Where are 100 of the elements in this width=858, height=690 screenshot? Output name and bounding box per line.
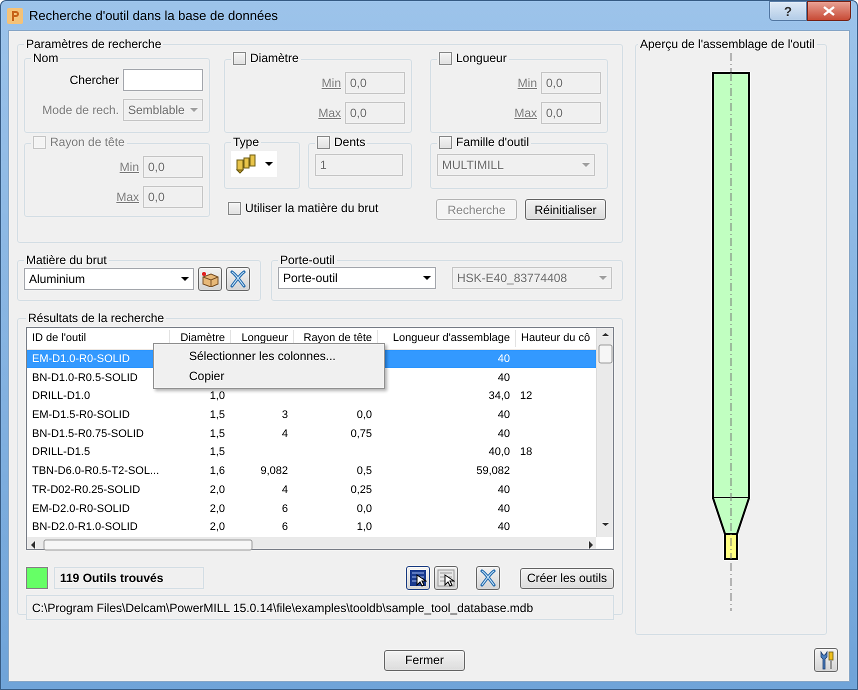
- field-label: Min: [518, 74, 537, 92]
- number-field[interactable]: 0,0: [541, 72, 601, 94]
- table-cell-text: DRILL-D1.5: [31, 445, 92, 460]
- table-cell-text: 1,0: [356, 520, 373, 536]
- table-cell-text: 0,0: [356, 408, 373, 424]
- holder-dropdown[interactable]: Porte-outil: [278, 267, 436, 289]
- table-cell-text: 9,082: [259, 464, 289, 480]
- table-cell-text: BN-D2.0-R1.0-SOLID: [31, 520, 139, 536]
- deselect-button[interactable]: [434, 566, 458, 590]
- dropdown-caret-icon[interactable]: [181, 277, 189, 281]
- checkbox[interactable]: [439, 136, 452, 148]
- table-cell-text: 59,082: [475, 464, 511, 480]
- checkbox-label: Rayon de tête: [50, 135, 125, 149]
- field-label: Min: [322, 74, 341, 92]
- table-cell-text: 12: [519, 389, 534, 404]
- field-label: Max: [318, 104, 341, 122]
- field-label: Chercher: [70, 72, 119, 89]
- checkbox-label: Famille d'outil: [456, 135, 529, 149]
- group-title: Porte-outil: [280, 253, 335, 267]
- number-field[interactable]: 0,0: [345, 102, 405, 124]
- number-field[interactable]: 0,0: [345, 72, 405, 94]
- tool-settings-button[interactable]: [814, 648, 838, 672]
- status-swatch: [26, 567, 48, 589]
- group-title: Nom: [33, 51, 58, 65]
- table-cell-text: 40: [496, 520, 511, 536]
- checkbox-label: Utiliser la matière du brut: [245, 200, 378, 217]
- field-label: Mode de rech.: [42, 102, 119, 119]
- field-label: Max: [116, 188, 139, 206]
- box-icon: [201, 271, 219, 287]
- close-button[interactable]: [807, 1, 851, 21]
- app-logo-icon: [7, 8, 23, 24]
- table-cell-text: 40: [496, 482, 511, 498]
- table-cell-text: 40: [496, 408, 511, 424]
- table-cell-text: 18: [519, 445, 534, 460]
- checkbox[interactable]: [439, 52, 452, 64]
- table-cell-text: 4: [280, 426, 289, 442]
- checkbox[interactable]: [228, 202, 241, 214]
- crossed-tools-icon: [478, 569, 497, 587]
- table-cell-text: 2,0: [208, 520, 226, 536]
- table-cell-text: 6: [280, 520, 289, 536]
- group-title: Type: [233, 135, 260, 149]
- grid-pointer-icon: [436, 569, 455, 587]
- table-cell-text: 0,25: [350, 482, 373, 498]
- tool-type-dropdown[interactable]: [231, 151, 277, 177]
- checkbox-label: Diamètre: [250, 51, 299, 65]
- field-label: Min: [120, 158, 139, 176]
- menu-item[interactable]: Sélectionner les colonnes...: [156, 346, 382, 366]
- group-title: Matière du brut: [26, 253, 107, 267]
- vertical-scrollbar[interactable]: [596, 328, 613, 537]
- table-cell-text: EM-D2.0-R0-SOLID: [31, 502, 131, 517]
- cutter-icon: [235, 154, 257, 174]
- tools-button[interactable]: [226, 267, 250, 291]
- group-title: Aperçu de l'assemblage de l'outil: [640, 37, 815, 51]
- group-title: Résultats de la recherche: [28, 311, 164, 325]
- table-cell-text: 4: [280, 482, 289, 498]
- close-icon: [823, 6, 835, 16]
- checkbox-label: Longueur: [456, 51, 507, 65]
- menu-item[interactable]: Copier: [156, 366, 382, 386]
- table-cell-text: 2,0: [208, 502, 226, 517]
- table-cell-text: 6: [280, 502, 289, 517]
- create-tools-button[interactable]: Créer les outils: [520, 568, 614, 588]
- table-cell-text: TR-D02-R0.25-SOLID: [31, 482, 142, 498]
- family-dropdown[interactable]: MULTIMILL: [437, 154, 595, 176]
- table-cell-text: 3: [280, 408, 289, 424]
- table-cell-text: BN-D1.5-R0.75-SOLID: [31, 426, 145, 442]
- checkbox-label: Dents: [334, 135, 366, 149]
- help-button[interactable]: ?: [769, 1, 807, 21]
- field-label: Max: [514, 104, 537, 122]
- stock-dropdown[interactable]: Aluminium: [24, 268, 194, 290]
- table-cell-text: 1,5: [208, 426, 226, 442]
- action-button[interactable]: Réinitialiser: [525, 199, 606, 220]
- stock-button[interactable]: [198, 267, 222, 291]
- crossed-tools-icon: [229, 270, 247, 288]
- table-cell-text: 1,6: [208, 464, 226, 480]
- tools-button[interactable]: [476, 566, 500, 590]
- number-field[interactable]: 1: [315, 154, 403, 176]
- column-header[interactable]: ID de l'outil: [27, 330, 169, 347]
- search-field[interactable]: [123, 69, 203, 91]
- table-cell-text: 0,75: [350, 426, 373, 442]
- number-field[interactable]: 0,0: [541, 102, 601, 124]
- table-cell-text: 1,0: [208, 389, 226, 404]
- table-cell-text: 40,0: [488, 445, 511, 460]
- table-cell-text: 40: [496, 426, 511, 442]
- close-dialog-button[interactable]: Fermer: [384, 650, 465, 670]
- horizontal-scrollbar[interactable]: [27, 537, 596, 550]
- checkbox[interactable]: [317, 136, 330, 148]
- grid-pointer-icon: [408, 569, 427, 587]
- file-path: C:\Program Files\Delcam\PowerMILL 15.0.14\file\examples\tooldb\sample_tool_database.mdb: [26, 595, 614, 620]
- table-cell-text: 1,5: [208, 408, 226, 424]
- table-cell-text: BN-D1.0-R0.5-SOLID: [31, 370, 139, 386]
- table-cell-text: 0,5: [356, 464, 373, 480]
- results-count: 119 Outils trouvés: [54, 567, 204, 589]
- checkbox[interactable]: [233, 52, 246, 64]
- select-all-button[interactable]: [406, 566, 430, 590]
- dropdown-caret-icon[interactable]: [423, 276, 431, 280]
- dropdown-caret-icon[interactable]: [265, 162, 273, 166]
- table-cell-text: EM-D1.5-R0-SOLID: [31, 408, 131, 424]
- table-cell-text: TBN-D6.0-R0.5-T2-SOL...: [31, 464, 160, 480]
- window-title: Recherche d'outil dans la base de données: [29, 6, 278, 25]
- table-cell-text: 1,5: [208, 445, 226, 460]
